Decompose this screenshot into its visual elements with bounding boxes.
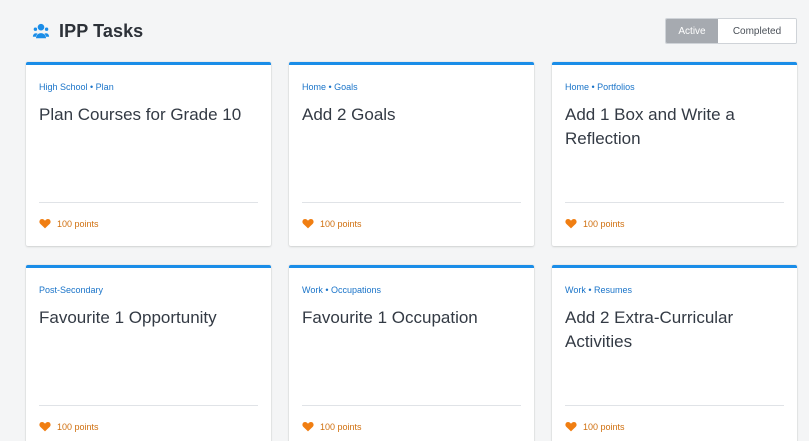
user-group-icon	[32, 23, 50, 39]
task-card[interactable]: Work • Resumes Add 2 Extra-Curricular Ac…	[552, 265, 797, 441]
heart-icon	[302, 422, 314, 432]
ipp-tasks-panel: IPP Tasks Active Completed High School •…	[0, 0, 809, 441]
points-label: 100 points	[39, 218, 99, 229]
card-title: Plan Courses for Grade 10	[39, 105, 242, 124]
page-title-wrap: IPP Tasks	[32, 18, 143, 44]
points-label: 100 points	[302, 218, 362, 229]
card-title: Favourite 1 Opportunity	[39, 308, 217, 327]
task-card[interactable]: Work • Occupations Favourite 1 Occupatio…	[289, 265, 534, 441]
heart-icon	[565, 219, 577, 229]
card-divider	[565, 405, 784, 406]
card-divider	[302, 405, 521, 406]
card-breadcrumb: Post-Secondary	[39, 285, 104, 295]
heart-icon	[565, 422, 577, 432]
card-title: Favourite 1 Occupation	[302, 308, 478, 327]
task-card[interactable]: Home • Portfolios Add 1 Box and Write a …	[552, 62, 797, 246]
completed-tab-button[interactable]: Completed	[718, 19, 796, 43]
task-card[interactable]: Home • Goals Add 2 Goals 100 points	[289, 62, 534, 246]
points-label: 100 points	[565, 218, 625, 229]
task-card[interactable]: Post-Secondary Favourite 1 Opportunity 1…	[26, 265, 271, 441]
points-text: 100 points	[57, 218, 99, 229]
task-card-grid: High School • Plan Plan Courses for Grad…	[26, 62, 797, 441]
status-toggle: Active Completed	[665, 18, 797, 44]
heart-icon	[302, 219, 314, 229]
points-label: 100 points	[39, 421, 99, 432]
points-text: 100 points	[320, 421, 362, 432]
card-breadcrumb: Work • Resumes	[565, 285, 632, 295]
points-text: 100 points	[57, 421, 99, 432]
points-text: 100 points	[583, 218, 625, 229]
card-breadcrumb: Home • Portfolios	[565, 82, 635, 92]
card-breadcrumb: High School • Plan	[39, 82, 114, 92]
card-title: Add 2 Extra-Curricular Activities	[565, 308, 734, 351]
panel-header: IPP Tasks Active Completed	[0, 0, 809, 62]
card-title: Add 1 Box and Write a Reflection	[565, 105, 735, 148]
points-text: 100 points	[320, 218, 362, 229]
points-label: 100 points	[565, 421, 625, 432]
card-divider	[39, 202, 258, 203]
points-label: 100 points	[302, 421, 362, 432]
card-title: Add 2 Goals	[302, 105, 396, 124]
card-divider	[302, 202, 521, 203]
heart-icon	[39, 219, 51, 229]
card-breadcrumb: Work • Occupations	[302, 285, 382, 295]
active-tab-button[interactable]: Active	[666, 19, 718, 43]
card-divider	[565, 202, 784, 203]
card-breadcrumb: Home • Goals	[302, 82, 358, 92]
heart-icon	[39, 422, 51, 432]
points-text: 100 points	[583, 421, 625, 432]
page-title: IPP Tasks	[59, 20, 144, 41]
card-divider	[39, 405, 258, 406]
task-card[interactable]: High School • Plan Plan Courses for Grad…	[26, 62, 271, 246]
